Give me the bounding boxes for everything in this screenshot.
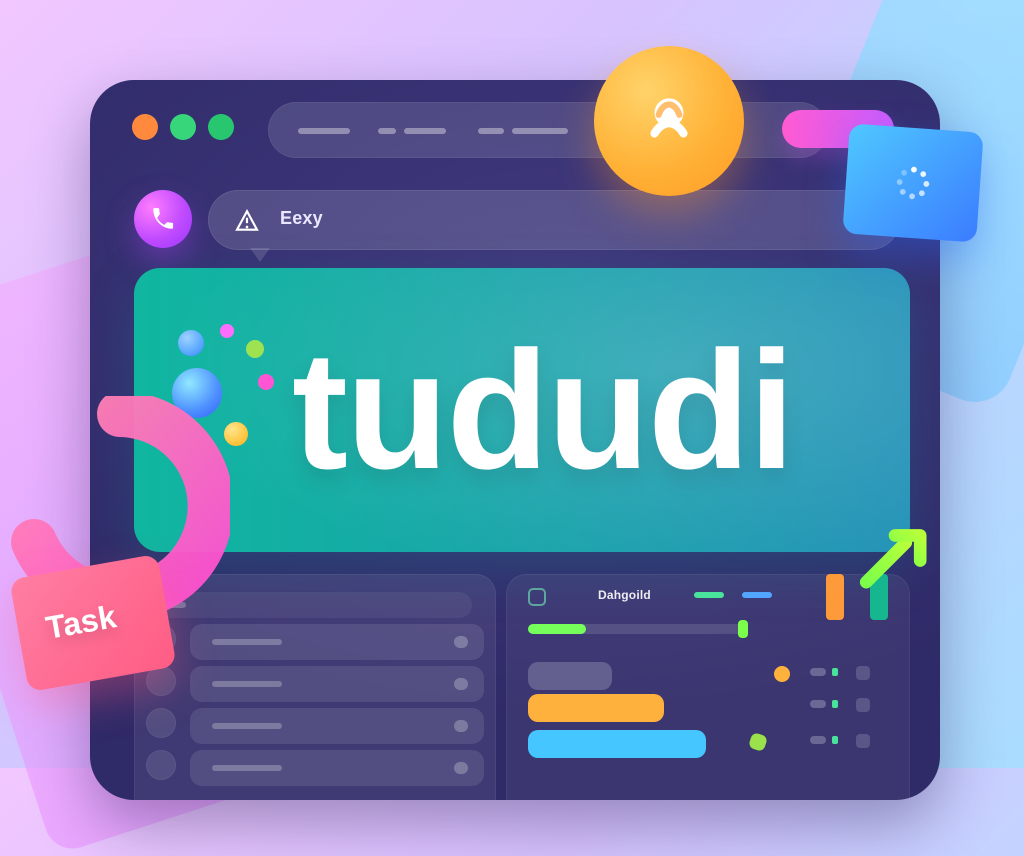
profile-icon — [636, 88, 702, 154]
row-meta — [810, 734, 890, 748]
task-row[interactable] — [190, 666, 484, 702]
hero-bubble — [258, 374, 274, 390]
dashboard-icon — [528, 588, 546, 606]
dashboard-panel: Dahgoild — [506, 574, 910, 800]
task-chip-orange[interactable] — [528, 694, 664, 722]
search-text[interactable]: Eexy — [280, 208, 323, 229]
task-icon — [146, 708, 176, 738]
app-logo-text: tududi — [292, 316, 795, 504]
task-row-action[interactable] — [454, 678, 468, 690]
task-chip-gray[interactable] — [528, 662, 612, 690]
top-bar-placeholder-1 — [298, 128, 350, 134]
search-bubble-tail — [250, 248, 270, 262]
task-row-action[interactable] — [454, 636, 468, 648]
mini-bar-orange — [826, 574, 844, 620]
task-icon — [146, 750, 176, 780]
hero-bubble — [246, 340, 264, 358]
task-tag-label: Task — [43, 598, 119, 646]
row-meta-indicator — [832, 668, 838, 676]
call-button[interactable] — [134, 190, 192, 248]
row-meta — [810, 666, 890, 680]
task-row-placeholder — [212, 681, 282, 687]
arrow-up-right-icon — [859, 529, 927, 589]
row-meta-action[interactable] — [856, 666, 870, 680]
task-row[interactable] — [190, 708, 484, 744]
top-bar-placeholder-3 — [404, 128, 446, 134]
alert-icon — [234, 208, 260, 239]
top-bar-placeholder-4 — [478, 128, 504, 134]
row-meta-action[interactable] — [856, 734, 870, 748]
hero-bubble — [220, 324, 234, 338]
window-control-green-2[interactable] — [208, 114, 234, 140]
top-bar-placeholder-2 — [378, 128, 396, 134]
task-row-action[interactable] — [454, 720, 468, 732]
task-row-action[interactable] — [454, 762, 468, 774]
status-indicator-orange — [774, 666, 790, 682]
task-row[interactable] — [190, 750, 484, 786]
row-meta-placeholder — [810, 700, 826, 708]
top-bar-placeholder-5 — [512, 128, 568, 134]
top-navigation-bar — [268, 102, 828, 158]
progress-fill — [528, 624, 586, 634]
status-indicator-green — [747, 731, 769, 753]
row-meta — [810, 698, 890, 712]
task-row-placeholder — [212, 723, 282, 729]
window-controls — [132, 114, 234, 140]
profile-badge[interactable] — [594, 46, 744, 196]
loading-icon — [888, 158, 937, 207]
row-meta-action[interactable] — [856, 698, 870, 712]
row-meta-placeholder — [810, 668, 826, 676]
hero-bubble — [178, 330, 204, 356]
row-meta-indicator — [832, 736, 838, 744]
progress-knob[interactable] — [738, 620, 748, 638]
window-control-green[interactable] — [170, 114, 196, 140]
status-pill-green — [694, 592, 724, 598]
task-row-placeholder — [212, 639, 282, 645]
floating-loading-card — [842, 123, 984, 243]
dashboard-title: Dahgoild — [598, 588, 651, 602]
progress-slider[interactable] — [528, 620, 748, 638]
window-control-orange[interactable] — [132, 114, 158, 140]
task-chip-blue[interactable] — [528, 730, 706, 758]
hero-banner: tududi — [134, 268, 910, 552]
task-row-placeholder — [212, 765, 282, 771]
status-pill-blue — [742, 592, 772, 598]
row-meta-indicator — [832, 700, 838, 708]
task-row[interactable] — [190, 624, 484, 660]
row-meta-placeholder — [810, 736, 826, 744]
search-bar[interactable]: Eexy — [208, 190, 900, 250]
